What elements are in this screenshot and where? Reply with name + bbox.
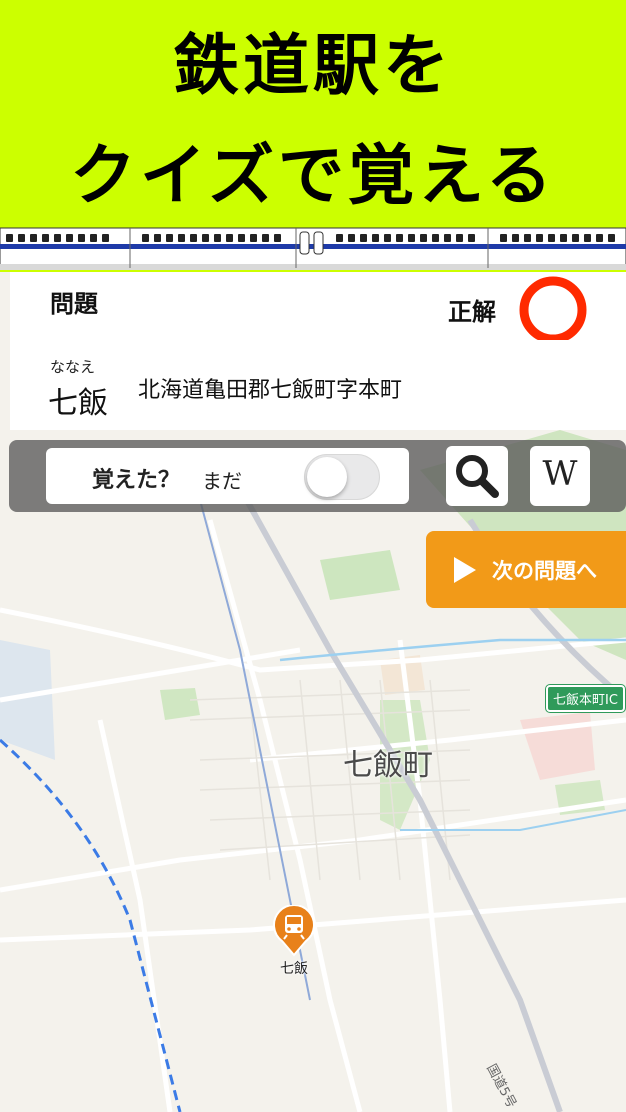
title-banner: 鉄道駅を クイズで覚える (0, 0, 626, 272)
search-button[interactable] (446, 446, 508, 506)
station-furigana: ななえ (50, 358, 96, 376)
station-pin-icon[interactable] (272, 905, 316, 957)
banner-title-line2: クイズで覚える (69, 137, 557, 214)
wikipedia-icon: W (542, 454, 578, 494)
next-question-label: 次の問題へ (492, 559, 597, 583)
interchange-badge: 七飯本町IC (546, 685, 625, 712)
train-illustration (0, 227, 626, 270)
play-arrow-icon (454, 557, 476, 583)
memorized-label: 覚えた？ (92, 468, 181, 493)
next-question-button[interactable]: 次の問題へ (426, 531, 626, 608)
control-bar: 覚えた？ まだ W (9, 440, 626, 512)
toggle-knob (307, 457, 347, 497)
town-label: 七飯町 (343, 748, 433, 783)
search-icon (456, 455, 499, 498)
memorized-state: まだ (202, 469, 242, 493)
wikipedia-button[interactable]: W (530, 446, 590, 506)
station-address: 北海道亀田郡七飯町字本町 (138, 378, 403, 403)
station-pin-label: 七飯 (280, 961, 308, 977)
correct-circle-icon (519, 276, 587, 340)
banner-title-line1: 鉄道駅を (173, 27, 453, 104)
memorized-toggle[interactable] (304, 454, 380, 500)
question-card: 問題 正解 ななえ 七飯 北海道亀田郡七飯町字本町 (10, 272, 626, 430)
memorized-toggle-box: 覚えた？ まだ (46, 448, 409, 504)
question-label: 問題 (50, 290, 98, 318)
answer-label: 正解 (448, 298, 496, 326)
station-name: 七飯 (48, 386, 108, 421)
